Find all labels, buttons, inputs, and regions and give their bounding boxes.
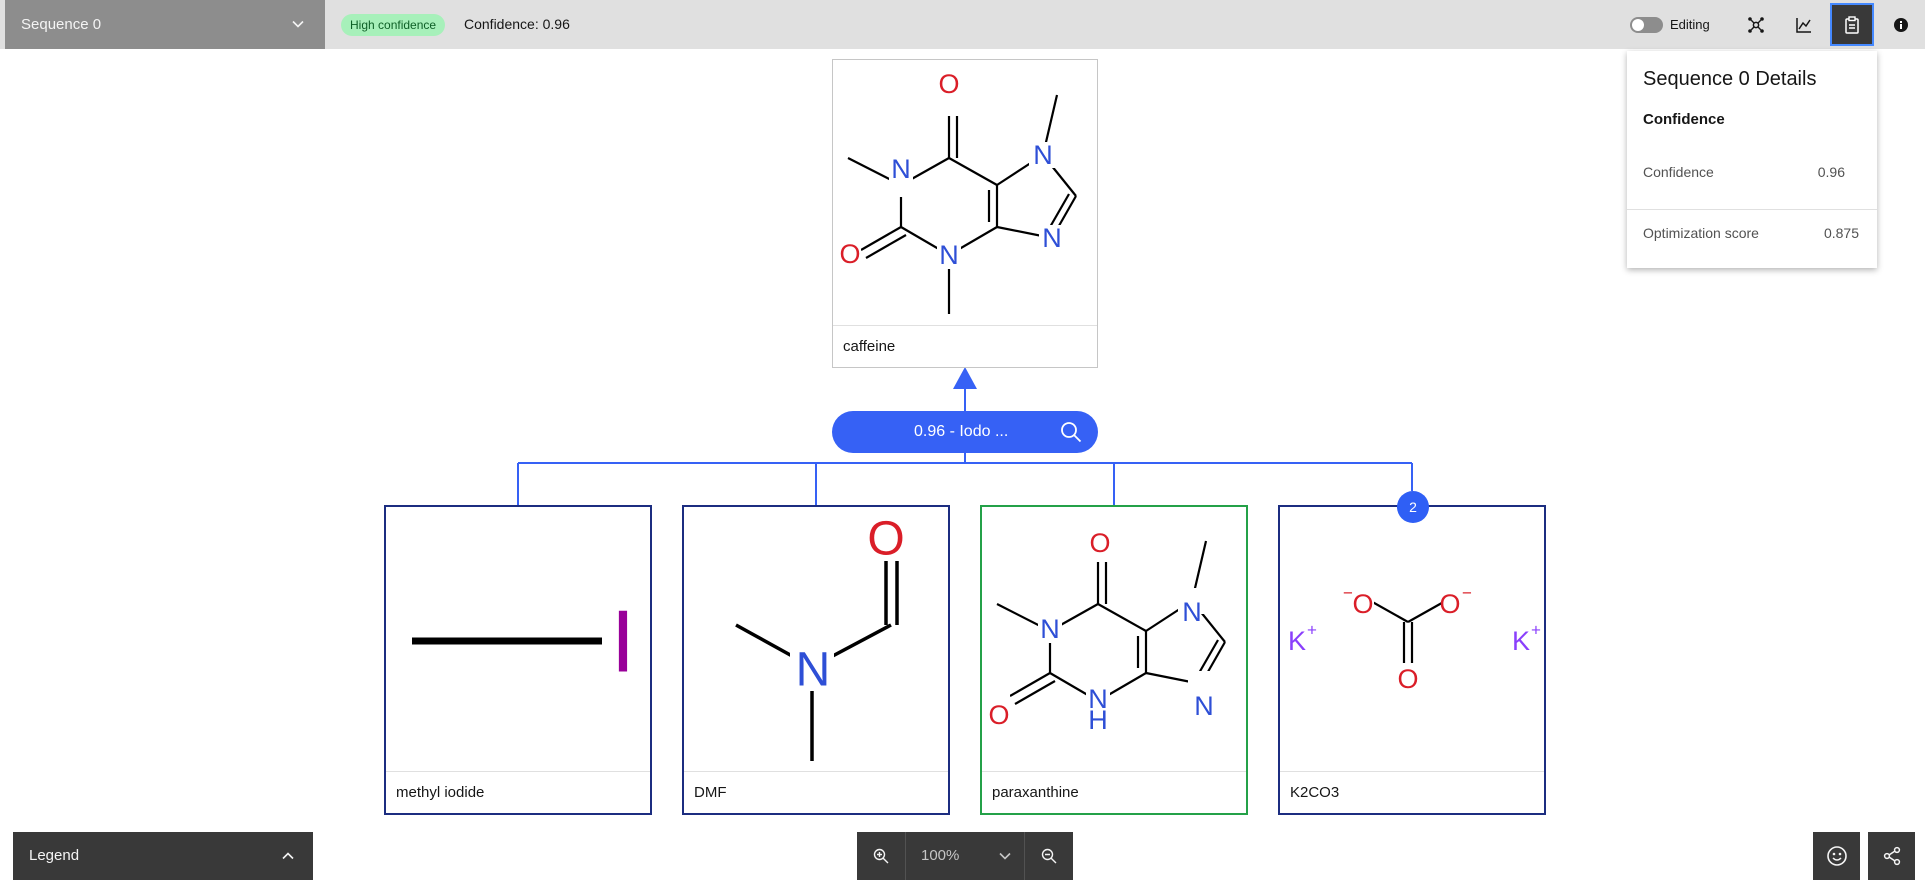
dmf-structure: N O [735,513,912,761]
zoom-in-icon [873,848,889,864]
step-count-badge: 2 [1397,491,1429,523]
atom-label: O [1397,664,1418,694]
molecule-name: DMF [684,771,948,813]
share-icon [1883,846,1900,866]
atom-label: N [1033,140,1053,170]
atom-label: O [1439,589,1460,619]
search-icon [1061,422,1082,443]
atom-label: N [1194,691,1214,721]
atom-label: N [796,644,831,697]
atom-label: I [611,592,635,691]
atom-label: K [1512,626,1530,656]
legend-label: Legend [29,847,80,864]
zoom-controls: 100% [857,832,1073,880]
molecule-name: methyl iodide [386,771,650,813]
feedback-button[interactable] [1813,832,1860,880]
charge-label: + [1531,621,1541,640]
molecule-card-k2co3[interactable]: O − O − O K + K + K2CO3 [1278,505,1546,815]
chevron-down-icon [999,852,1011,860]
reaction-step-button[interactable]: 0.96 - Iodo ... [832,411,1098,453]
atom-label: K [1288,626,1306,656]
zoom-out-icon [1041,848,1057,864]
charge-label: − [1343,584,1353,603]
atom-label: H [1088,705,1108,735]
atom-label: O [988,700,1009,730]
charge-label: + [1307,621,1317,640]
chevron-up-icon [282,852,294,860]
atom-label: N [1042,223,1062,253]
charge-label: − [1462,584,1472,603]
k2co3-structure: O − O − O K + K + [1288,579,1541,694]
molecule-card-methyl-iodide[interactable]: I methyl iodide [384,505,652,815]
atom-label: O [1089,528,1110,558]
methyl-iodide-structure: I [412,592,635,691]
zoom-level-value: 100% [921,847,960,864]
molecule-card-dmf[interactable]: N O DMF [682,505,950,815]
molecule-name: caffeine [833,325,1097,367]
zoom-in-button[interactable] [857,832,905,880]
atom-label: N [1040,614,1060,644]
molecule-card-paraxanthine[interactable]: N N H N N O O paraxanthine [980,505,1248,815]
legend-toggle[interactable]: Legend [13,832,313,880]
smiley-icon [1826,846,1847,866]
zoom-out-button[interactable] [1025,832,1073,880]
molecule-name: paraxanthine [982,771,1246,813]
molecule-name: K2CO3 [1280,771,1544,813]
atom-label: N [939,240,959,270]
atom-label: O [938,69,959,99]
paraxanthine-structure: N N H N N O O [982,515,1226,735]
share-button[interactable] [1868,832,1915,880]
zoom-level-select[interactable]: 100% [905,832,1025,880]
atom-label: O [867,513,904,566]
atom-label: O [1352,589,1373,619]
reaction-label: 0.96 - Iodo ... [914,423,1009,440]
atom-label: N [1182,597,1202,627]
atom-label: O [839,239,860,269]
molecule-card-caffeine[interactable]: N N N N O O caffeine [832,59,1098,368]
atom-label: N [891,154,911,184]
caffeine-structure: N N N N O O [833,68,1077,314]
